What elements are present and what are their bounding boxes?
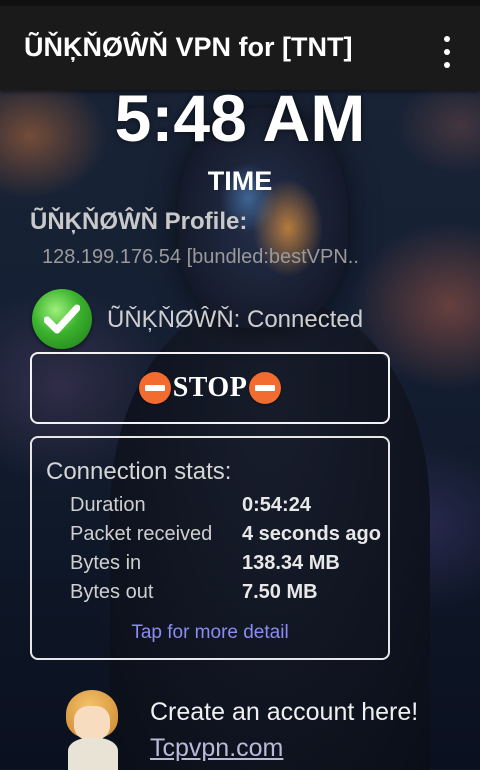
minus-circle-icon (249, 372, 282, 404)
app-bar: ŨŇĶŇØŴŇ VPN for [TNT] (0, 6, 480, 90)
overflow-menu-icon[interactable] (432, 32, 462, 72)
stats-title: Connection stats: (46, 458, 232, 485)
stat-value: 138.34 MB (242, 552, 340, 574)
check-icon (32, 289, 92, 349)
time-label: TIME (207, 166, 273, 196)
stat-row-duration: Duration 0:54:24 (70, 494, 380, 520)
stop-button[interactable]: STOP (30, 352, 390, 424)
profile-label: ŨŇĶŇØŴŇ Profile: (30, 208, 248, 235)
cartoon-avatar-icon (60, 690, 126, 770)
connection-stats-panel: Connection stats: Duration 0:54:24 Packe… (30, 436, 390, 660)
stat-row-packet-received: Packet received 4 seconds ago (70, 523, 381, 549)
app-title: ŨŇĶŇØŴŇ VPN for [TNT] (24, 32, 353, 62)
profile-value[interactable]: 128.199.176.54 [bundled:bestVPN.. (42, 246, 359, 269)
clock-time: 5:48 AM (114, 81, 366, 155)
stat-value: 4 seconds ago (242, 523, 381, 545)
minus-circle-icon (138, 372, 171, 404)
create-account-text: Create an account here! (150, 698, 419, 726)
stat-label: Duration (70, 494, 146, 516)
stat-label: Bytes out (70, 581, 154, 603)
more-detail-link[interactable]: Tap for more detail (32, 622, 388, 644)
stat-label: Bytes in (70, 552, 142, 574)
stat-label: Packet received (70, 523, 213, 545)
website-link[interactable]: Tcpvpn.com (150, 734, 283, 763)
stat-row-bytes-in: Bytes in 138.34 MB (70, 552, 380, 578)
connection-status-text: ŨŇĶŇØŴŇ: Connected (107, 306, 364, 333)
stat-value: 0:54:24 (242, 494, 311, 516)
stat-row-bytes-out: Bytes out 7.50 MB (70, 581, 380, 607)
stop-button-label: STOP (172, 372, 248, 403)
stat-value: 7.50 MB (242, 581, 318, 603)
